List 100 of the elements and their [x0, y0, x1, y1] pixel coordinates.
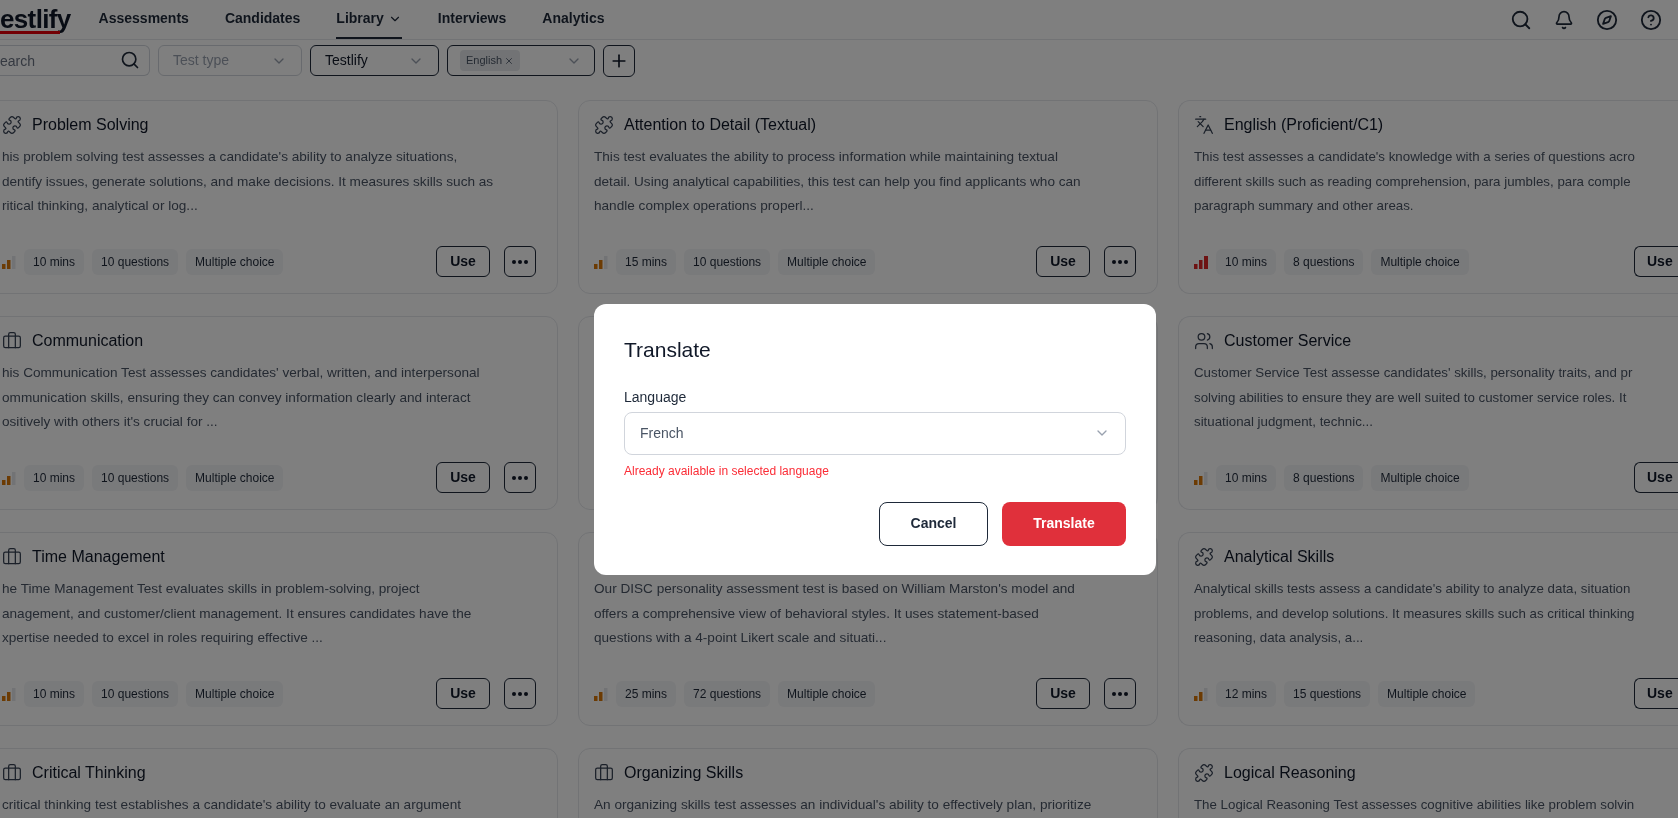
card-title: Problem Solving	[32, 115, 149, 135]
card-description: critical thinking test establishes a candidate's ability to evaluate an argument	[2, 796, 461, 814]
meta-tag: 10 mins	[24, 680, 85, 707]
more-icon	[512, 691, 528, 696]
card-title: Attention to Detail (Textual)	[624, 115, 817, 135]
card-description: An organizing skills test assesses an individual's ability to effectively plan, prioritize	[594, 796, 1092, 814]
puzzle-icon	[1194, 547, 1214, 567]
puzzle-icon	[2, 115, 22, 135]
meta-tag: Multiple choice	[186, 248, 284, 275]
search-field[interactable]: earch	[0, 45, 150, 76]
more-button[interactable]	[1104, 246, 1136, 277]
card-title: Time Management	[32, 547, 165, 567]
nav-tab[interactable]: Assessments	[98, 0, 189, 39]
more-icon	[1112, 691, 1128, 696]
use-button[interactable]: Use	[436, 462, 490, 493]
briefcase-icon	[2, 763, 22, 783]
search-icon[interactable]	[1510, 8, 1532, 31]
difficulty-bars-icon	[1194, 254, 1208, 269]
difficulty-bars-icon	[1194, 470, 1208, 485]
meta-tag: Multiple choice	[1378, 680, 1476, 707]
meta-tag: Multiple choice	[1371, 248, 1469, 275]
search-icon	[120, 50, 140, 70]
filter-select[interactable]: Testlify	[310, 45, 439, 76]
more-button[interactable]	[504, 678, 536, 709]
field-label: Language	[624, 387, 688, 407]
card-title: Organizing Skills	[624, 763, 744, 783]
card-description: This test assesses a candidate's knowledge with a series of questions acro different skills such as reading comprehension, para jumbles, para comple paragraph summary and other areas.	[1194, 148, 1635, 215]
meta-tag: 10 questions	[92, 248, 179, 275]
meta-tag: Multiple choice	[186, 464, 284, 491]
more-icon	[512, 259, 528, 264]
meta-tag: 10 mins	[24, 464, 85, 491]
more-icon	[1112, 259, 1128, 264]
card-description: his problem solving test assesses a candidate's ability to analyze situations, dentify issues, generate solutions, and make decisions. It measures skills such as ritical thinking, analytical or log...	[2, 148, 494, 215]
nav-tab[interactable]: Library	[336, 0, 402, 39]
error-message: Already available in selected language	[624, 462, 830, 480]
nav-tab[interactable]: Analytics	[542, 0, 605, 39]
meta-tag: 25 mins	[616, 680, 677, 707]
use-button[interactable]: Use	[436, 678, 490, 709]
logo[interactable]: estlify	[0, 5, 87, 34]
meta-tag: Multiple choice	[778, 680, 876, 707]
use-button[interactable]: Use	[436, 246, 490, 277]
remove-icon	[504, 55, 515, 66]
cancel-button[interactable]: Cancel	[879, 501, 988, 546]
translate-button[interactable]: Translate	[1002, 501, 1126, 546]
meta-tag: 72 questions	[684, 680, 771, 707]
bell-icon[interactable]	[1554, 9, 1574, 30]
more-button[interactable]	[504, 246, 536, 277]
meta-tag: 10 mins	[1216, 248, 1277, 275]
language-tag[interactable]: English	[460, 50, 521, 71]
puzzle-icon	[1194, 763, 1214, 783]
difficulty-bars-icon	[1194, 686, 1208, 701]
nav-tab[interactable]: Interviews	[437, 0, 507, 39]
use-button[interactable]: Use	[1036, 246, 1090, 277]
use-button[interactable]: Use	[1634, 246, 1678, 277]
meta-tag: 10 mins	[24, 248, 85, 275]
meta-tag: 12 mins	[1216, 680, 1277, 707]
use-button[interactable]: Use	[1036, 678, 1090, 709]
meta-tag: 10 questions	[92, 464, 179, 491]
meta-tag: 15 mins	[616, 248, 677, 275]
dialog-title: Translate	[624, 337, 712, 363]
meta-tag: 15 questions	[1284, 680, 1371, 707]
meta-tag: 8 questions	[1284, 248, 1364, 275]
language-select[interactable]: French	[624, 411, 1126, 455]
briefcase-icon	[594, 763, 614, 783]
meta-tag: Multiple choice	[1371, 464, 1469, 491]
help-icon[interactable]	[1640, 8, 1662, 31]
meta-tag: Multiple choice	[186, 680, 284, 707]
meta-tag: 8 questions	[1284, 464, 1364, 491]
briefcase-icon	[2, 331, 22, 351]
meta-tag: 10 questions	[92, 680, 179, 707]
card-description: Analytical skills tests assess a candidate's ability to analyze data, situation problems, and develop solutions. It measures skills such as critical thinking reasoning, data analysis, a...	[1194, 580, 1635, 647]
card-description: Our DISC personality assessment test is based on William Marston's model and offers a comprehensive view of behavioral styles. It uses statement-based questions with a 4-point Likert scale and situati...	[594, 580, 1075, 647]
card-description: This test evaluates the ability to process information while maintaining textual detail. Using analytical capabilities, this test can help you find applicants who can handle complex operations properl...	[594, 148, 1081, 215]
puzzle-icon	[594, 115, 614, 135]
compass-icon[interactable]	[1596, 8, 1618, 31]
briefcase-icon	[2, 547, 22, 567]
card-title: Analytical Skills	[1224, 547, 1335, 567]
difficulty-bars-icon	[594, 254, 608, 269]
translate-icon	[1194, 115, 1214, 135]
card-title: Critical Thinking	[32, 763, 146, 783]
meta-tag: 10 mins	[1216, 464, 1277, 491]
more-button[interactable]	[1104, 678, 1136, 709]
more-button[interactable]	[504, 462, 536, 493]
card-title: English (Proficient/C1)	[1224, 115, 1384, 135]
card-description: he Time Management Test evaluates skills in problem-solving, project anagement, and customer/client management. It ensures candidates have the xpertise needed to excel in roles requiring effective ...	[2, 580, 472, 647]
card-title: Logical Reasoning	[1224, 763, 1356, 783]
people-icon	[1194, 331, 1214, 351]
card-title: Communication	[32, 331, 144, 351]
more-icon	[512, 475, 528, 480]
card-description: The Logical Reasoning Test assesses cognitive abilities like problem solvin	[1194, 796, 1635, 814]
nav-tab[interactable]: Candidates	[224, 0, 301, 39]
add-filter-button[interactable]	[603, 44, 635, 77]
meta-tag: 10 questions	[684, 248, 771, 275]
language-select[interactable]: English	[447, 45, 595, 76]
card-description: Customer Service Test assesse candidates' skills, personality traits, and pr solving abilities to ensure they are well suited to customer service roles. It situational judgment, technic...	[1194, 364, 1633, 431]
use-button[interactable]: Use	[1634, 462, 1678, 493]
meta-tag: Multiple choice	[778, 248, 876, 275]
use-button[interactable]: Use	[1634, 678, 1678, 709]
difficulty-bars-icon	[594, 686, 608, 701]
card-description: his Communication Test assesses candidates' verbal, written, and interpersonal ommunication skills, ensuring they can convey information clearly and interact ositively with others it's crucial for ...	[2, 364, 480, 431]
